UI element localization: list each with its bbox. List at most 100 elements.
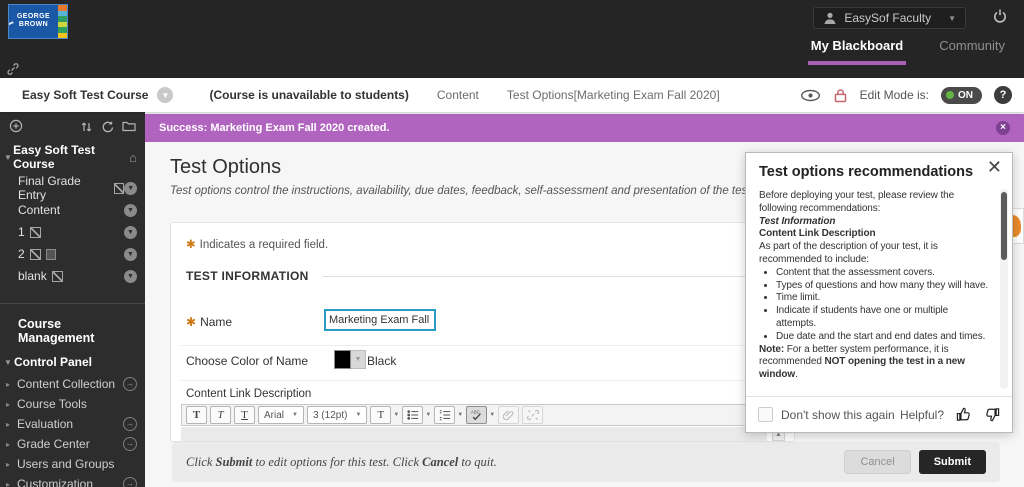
instr-cancel-word: Cancel — [422, 454, 459, 469]
item-options-chevron-icon[interactable]: ▼ — [124, 247, 137, 261]
cancel-button[interactable]: Cancel — [844, 450, 911, 474]
expand-triangle-icon[interactable]: ▸ — [6, 460, 17, 469]
content-link-description-heading: Content Link Description — [759, 228, 876, 240]
open-arrow-icon[interactable]: → — [123, 417, 137, 431]
color-value: Black — [367, 354, 397, 368]
sidebar-item-content-collection[interactable]: ▸ Content Collection → — [0, 374, 145, 394]
sidebar-item-content[interactable]: Content ▼ — [0, 199, 145, 221]
cp-item-label: Course Tools — [17, 397, 87, 411]
item-options-chevron-icon[interactable]: ▼ — [124, 203, 137, 217]
home-icon[interactable]: ⌂ — [129, 150, 137, 165]
tab-my-blackboard[interactable]: My Blackboard — [807, 36, 907, 65]
george-brown-logo[interactable]: GEORGE BROWN — [8, 4, 68, 39]
edit-mode-label: Edit Mode is: — [859, 88, 929, 102]
help-button[interactable]: ? — [994, 86, 1012, 104]
folder-view-icon[interactable] — [122, 120, 136, 132]
breadcrumb-bar: Easy Soft Test Course ▼ (Course is unava… — [0, 78, 1024, 112]
global-tabs: My Blackboard Community — [807, 36, 1008, 65]
open-arrow-icon[interactable]: → — [123, 437, 137, 451]
link-icon — [7, 63, 19, 75]
spellcheck-button[interactable]: ABC — [466, 406, 488, 424]
panel-scrollbar[interactable] — [1000, 189, 1008, 389]
required-note-text: Indicates a required field. — [199, 239, 329, 251]
refresh-icon[interactable] — [101, 120, 114, 133]
color-swatch-black[interactable] — [334, 350, 351, 369]
user-icon — [824, 12, 836, 24]
breadcrumb-test-options: Test Options[Marketing Exam Fall 2020] — [506, 88, 720, 102]
instr-text: to quit. — [458, 454, 497, 469]
open-arrow-icon[interactable]: → — [123, 377, 137, 391]
name-input[interactable] — [324, 309, 436, 331]
course-menu-chevron-icon[interactable]: ▼ — [157, 87, 174, 103]
thumbs-up-icon[interactable] — [956, 407, 971, 422]
sidebar-item-customization[interactable]: ▸ Customization → — [0, 474, 145, 487]
tab-community[interactable]: Community — [936, 36, 1008, 61]
logout-button[interactable] — [992, 8, 1008, 29]
font-family-select[interactable]: Arial ▼ — [258, 406, 304, 424]
student-preview-icon[interactable] — [800, 89, 821, 102]
main-content: Success: Marketing Exam Fall 2020 create… — [145, 112, 1024, 487]
recommendation-item: Time limit. — [776, 292, 991, 305]
close-alert-icon[interactable]: × — [996, 121, 1010, 135]
text-color-button[interactable]: T — [370, 406, 392, 424]
underline-button[interactable]: T — [234, 406, 255, 424]
attach-file-button — [498, 406, 520, 424]
sidebar-item-final-grade-entry[interactable]: Final Grade Entry ▼ — [0, 174, 145, 202]
submit-button[interactable]: Submit — [918, 450, 986, 474]
expand-triangle-icon[interactable]: ▸ — [6, 420, 17, 429]
sidebar-item-blank[interactable]: blank ▼ — [0, 265, 145, 287]
dont-show-label: Don't show this again — [781, 407, 895, 422]
bold-button[interactable]: T — [186, 406, 207, 424]
sidebar-course-title[interactable]: ▼ Easy Soft Test Course ⌂ — [0, 137, 145, 177]
test-options-form-card: ✱ Indicates a required field. TEST INFORM… — [170, 222, 795, 442]
sidebar-item-2[interactable]: 2 ▼ — [0, 243, 145, 265]
description-recommendation-text: As part of the description of your test,… — [759, 241, 938, 265]
test-information-section: TEST INFORMATION — [186, 269, 779, 283]
panel-body: Before deploying your test, please revie… — [759, 190, 991, 390]
add-menu-item-icon[interactable] — [9, 119, 23, 133]
expand-triangle-icon[interactable]: ▸ — [6, 480, 17, 487]
breadcrumb-content[interactable]: Content — [437, 88, 479, 102]
close-panel-icon[interactable]: ✕ — [987, 157, 1002, 178]
user-name: EasySof Faculty — [844, 11, 932, 25]
item-label: Content — [18, 203, 61, 217]
color-dropdown-chevron-icon[interactable]: ▼ — [351, 350, 366, 369]
italic-button[interactable]: T — [210, 406, 231, 424]
font-size-select[interactable]: 3 (12pt) ▼ — [306, 406, 368, 424]
open-arrow-icon[interactable]: → — [123, 477, 137, 487]
scrollbar-thumb[interactable] — [1001, 192, 1007, 260]
editor-content-area[interactable] — [181, 427, 767, 441]
expand-triangle-icon[interactable]: ▸ — [6, 440, 17, 449]
breadcrumb-course[interactable]: Easy Soft Test Course — [22, 88, 148, 102]
lock-icon[interactable] — [833, 88, 848, 103]
logo-color-strip — [58, 5, 67, 38]
sidebar-item-grade-center[interactable]: ▸ Grade Center → — [0, 434, 145, 454]
bullet-list-button[interactable] — [402, 406, 424, 424]
thumbs-down-icon[interactable] — [985, 407, 1000, 422]
item-options-chevron-icon[interactable]: ▼ — [124, 181, 137, 195]
edit-mode-toggle[interactable]: ON — [941, 86, 982, 104]
control-panel-header[interactable]: ▼ Control Panel — [0, 351, 145, 374]
font-size-value: 3 (12pt) — [312, 409, 348, 421]
recommendation-list: Content that the assessment covers. Type… — [759, 267, 991, 344]
dont-show-checkbox[interactable] — [758, 407, 773, 422]
item-options-chevron-icon[interactable]: ▼ — [124, 269, 137, 283]
item-label: blank — [18, 269, 47, 283]
user-menu[interactable]: EasySof Faculty ▼ — [813, 7, 966, 29]
collapse-caret-icon[interactable]: ▼ — [4, 153, 13, 162]
sidebar-item-1[interactable]: 1 ▼ — [0, 221, 145, 243]
reorder-icon[interactable] — [80, 120, 93, 133]
required-asterisk: ✱ — [186, 315, 197, 329]
item-options-chevron-icon[interactable]: ▼ — [124, 225, 137, 239]
expand-triangle-icon[interactable]: ▸ — [6, 380, 17, 389]
expand-triangle-icon[interactable]: ▸ — [6, 400, 17, 409]
sidebar-item-users-and-groups[interactable]: ▸ Users and Groups — [0, 454, 145, 474]
hidden-item-icon — [29, 226, 41, 238]
sidebar-item-course-tools[interactable]: ▸ Course Tools — [0, 394, 145, 414]
sidebar-item-evaluation[interactable]: ▸ Evaluation → — [0, 414, 145, 434]
color-picker[interactable]: ▼ — [334, 350, 366, 369]
numbered-list-button[interactable] — [434, 406, 456, 424]
hidden-item-icon — [51, 270, 63, 282]
cp-item-label: Evaluation — [17, 417, 74, 431]
menu-toolbar — [0, 112, 145, 137]
